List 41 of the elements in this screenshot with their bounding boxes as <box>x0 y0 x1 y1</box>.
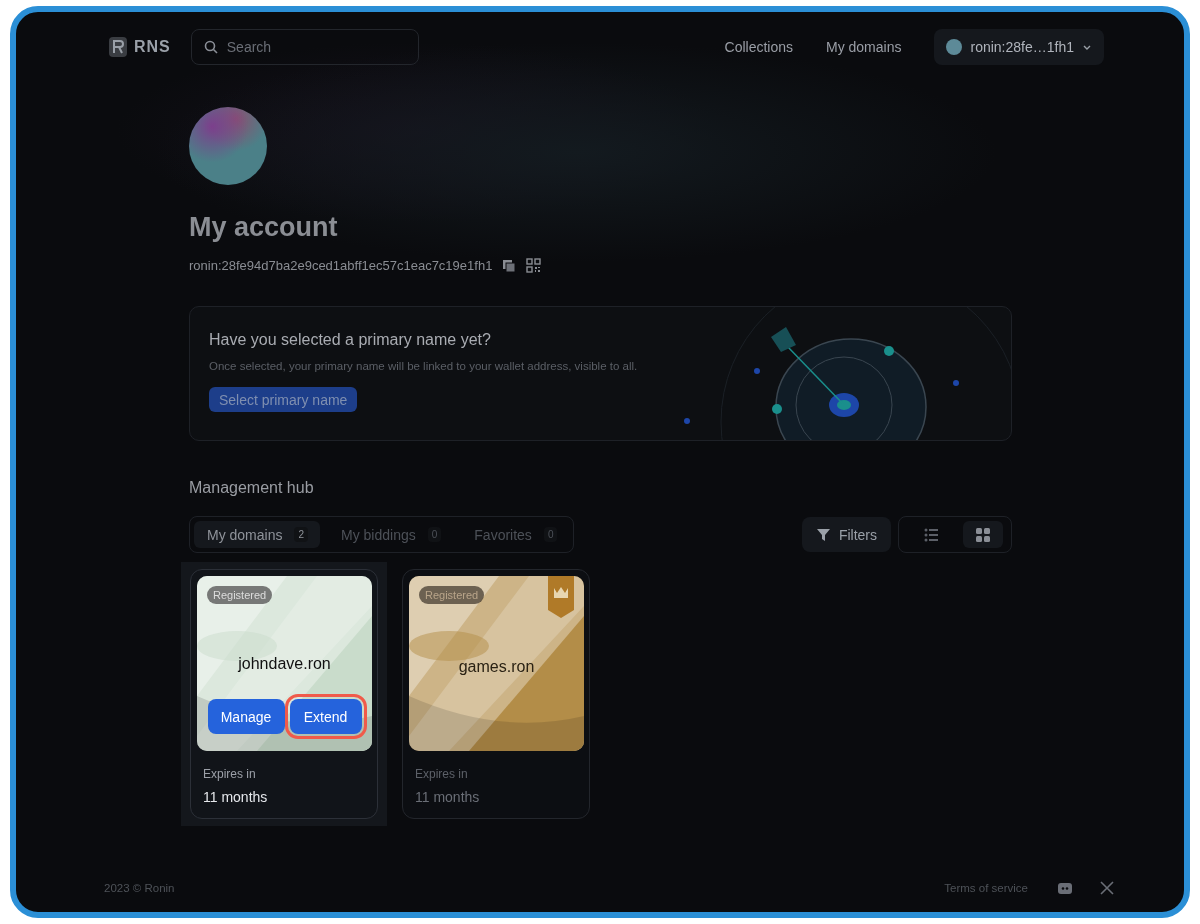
status-badge: Registered <box>207 586 273 604</box>
banner-text: Once selected, your primary name will be linked to your wallet address, visible to all. <box>209 360 638 372</box>
expiry-value: 11 months <box>203 789 269 805</box>
list-icon <box>924 527 938 542</box>
search-field[interactable]: Search <box>190 29 419 65</box>
expiry-value: 11 months <box>415 789 481 805</box>
search-icon <box>203 40 218 54</box>
tab-label: Favorites <box>474 526 532 543</box>
domain-card[interactable]: Registered games.ron Expires in 11 months <box>402 569 590 819</box>
status-badge: Registered <box>419 586 485 604</box>
chat-icon[interactable] <box>1058 881 1072 895</box>
domain-name: games.ron <box>458 658 535 676</box>
copy-icon[interactable] <box>502 258 517 273</box>
expiry-label: Expires in <box>415 767 469 781</box>
wallet-address: ronin:28fe94d7ba2e9ced1abff1ec57c1eac7c19e1fh1 <box>189 258 493 273</box>
copyright-text: 2023 © Ronin <box>104 882 175 894</box>
count-badge: 0 <box>543 527 558 542</box>
tab[interactable]: My domains 2 <box>194 521 321 548</box>
account-button[interactable]: ronin:28fe…1fh1 <box>934 29 1104 65</box>
grid-view-button[interactable] <box>963 521 1003 548</box>
nav-link[interactable]: Collections <box>724 39 793 55</box>
logo-text: RNS <box>134 38 171 56</box>
section-title: Management hub <box>189 479 315 497</box>
tab-label: My domains <box>207 526 283 543</box>
x-icon[interactable] <box>1100 881 1114 895</box>
count-badge: 2 <box>294 527 309 542</box>
avatar-icon <box>946 39 963 55</box>
domain-name: johndave.ron <box>238 655 331 673</box>
qr-code-icon[interactable] <box>526 258 542 273</box>
page-title: My account <box>189 212 339 244</box>
grid-icon <box>976 527 990 542</box>
domain-card[interactable]: Registered johndave.ron Manage Extend Expires in 11 months <box>190 569 378 819</box>
banner-title: Have you selected a primary name yet? <box>209 331 492 349</box>
expiry-label: Expires in <box>203 767 257 781</box>
count-badge: 0 <box>427 527 442 542</box>
tab-label: My biddings <box>341 526 416 543</box>
domain-action-button[interactable]: Manage <box>207 699 285 734</box>
logo-icon <box>108 36 128 58</box>
filters-button[interactable]: Filters <box>801 517 891 552</box>
nav-link[interactable]: My domains <box>826 39 902 55</box>
filter-icon <box>815 527 831 542</box>
